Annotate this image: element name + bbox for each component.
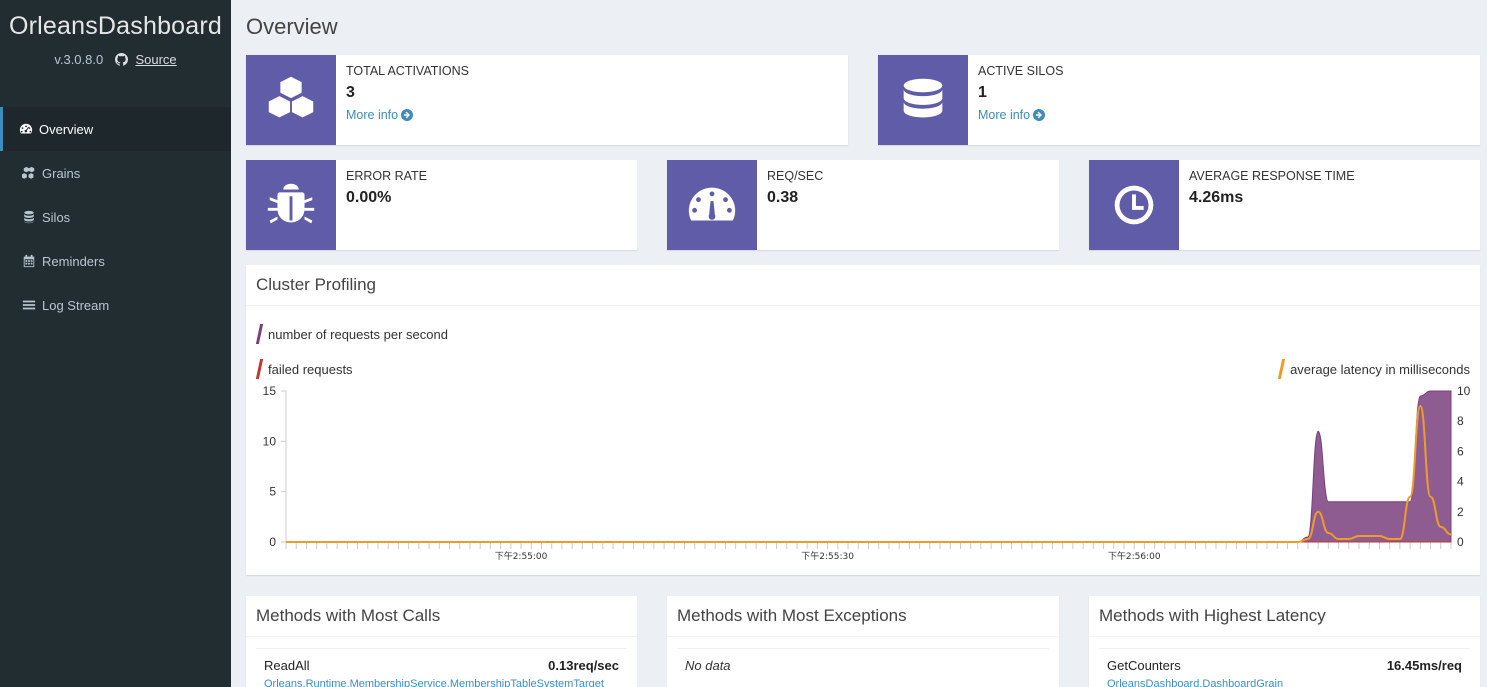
sidebar-item-label: Log Stream: [42, 297, 110, 313]
main-content: Overview TOTAL ACTIVATIONS 3 More info A…: [231, 0, 1487, 687]
page-title: Overview: [246, 14, 338, 39]
req-sec-value: 0.38: [767, 189, 799, 206]
dashboard-icon: [19, 123, 33, 134]
table-row: GetCounters 16.45ms/req OrleansDashboard…: [1099, 648, 1470, 687]
x-tick-label: 下午2:55:30: [801, 550, 854, 562]
total-activations-value: 3: [346, 84, 355, 101]
active-silos-text: ACTIVE SILOS 1 More info: [978, 64, 1063, 122]
clock-icon: [1114, 185, 1154, 225]
sidebar: OrleansDashboard v.3.0.8.0 Source Overvi…: [0, 0, 231, 687]
sidebar-nav: Overview Grains Silos Reminders Log Stre…: [0, 107, 231, 327]
series-requests-area: [286, 390, 1452, 543]
y-right-tick-label: 0: [1457, 535, 1464, 549]
method-name: GetCounters: [1107, 658, 1181, 673]
error-rate-value: 0.00%: [346, 189, 392, 206]
github-icon: [114, 53, 128, 66]
req-sec-text: REQ/SEC 0.38: [767, 169, 823, 207]
methods-most-exceptions-title: Methods with Most Exceptions: [667, 596, 1059, 637]
active-silos-value: 1: [978, 84, 987, 101]
table-row: ReadAll 0.13req/sec Orleans.Runtime.Memb…: [256, 648, 627, 687]
y-left-tick-label: 5: [269, 485, 276, 499]
error-rate-label: ERROR RATE: [346, 169, 428, 183]
arrow-circle-right-icon: [401, 109, 414, 121]
y-right-tick-label: 4: [1457, 475, 1464, 489]
active-silos-icon-wrap: [878, 55, 968, 145]
sidebar-item-log-stream[interactable]: Log Stream: [0, 283, 231, 327]
y-right-tick-label: 6: [1457, 444, 1464, 458]
series-latency-line: [286, 405, 1452, 543]
y-left-tick-label: 15: [263, 384, 277, 398]
y-right-tick-label: 10: [1457, 384, 1471, 398]
sidebar-item-label: Reminders: [42, 253, 105, 269]
methods-most-exceptions-box: Methods with Most Exceptions No data: [667, 596, 1059, 687]
sidebar-item-label: Overview: [39, 121, 94, 137]
source-link[interactable]: Source: [135, 52, 176, 67]
cluster-profiling-box: Cluster Profiling number of requests per…: [246, 265, 1480, 575]
sidebar-item-label: Silos: [42, 209, 71, 225]
error-rate-icon-wrap: [246, 160, 336, 250]
avg-response-label: AVERAGE RESPONSE TIME: [1189, 169, 1355, 183]
sidebar-item-silos[interactable]: Silos: [0, 195, 231, 239]
sidebar-item-reminders[interactable]: Reminders: [0, 239, 231, 283]
more-info-label: More info: [978, 108, 1031, 122]
gauge-icon: [688, 187, 736, 221]
version-label: v.3.0.8.0: [54, 52, 104, 67]
methods-most-calls-title: Methods with Most Calls: [246, 596, 637, 637]
version-line: v.3.0.8.0 Source: [0, 52, 231, 92]
cubes-icon: [268, 76, 314, 118]
list-icon: [22, 300, 36, 310]
cluster-chart: 0 5 10 15 0 2 4 6 8 10 下午2:55:00 下午2:55:30 下午2:56:00: [263, 384, 1471, 562]
active-silos-box: ACTIVE SILOS 1 More info: [878, 55, 1480, 145]
cubes-icon: [22, 166, 35, 179]
table-row: No data: [677, 648, 1049, 673]
total-activations-box: TOTAL ACTIVATIONS 3 More info: [246, 55, 848, 145]
avg-response-text: AVERAGE RESPONSE TIME 4.26ms: [1189, 169, 1355, 207]
y-left-tick-label: 0: [269, 535, 276, 549]
active-silos-more-info[interactable]: More info: [978, 108, 1063, 122]
error-rate-text: ERROR RATE 0.00%: [346, 169, 427, 207]
req-sec-icon-wrap: [667, 160, 757, 250]
arrow-circle-right-icon: [1033, 109, 1046, 121]
x-tick-label: 下午2:55:00: [495, 550, 548, 562]
active-silos-label: ACTIVE SILOS: [978, 64, 1064, 78]
avg-response-box: AVERAGE RESPONSE TIME 4.26ms: [1089, 160, 1480, 250]
method-grain-link[interactable]: Orleans.Runtime.MembershipService.Member…: [264, 678, 604, 687]
avg-response-value: 4.26ms: [1189, 189, 1244, 206]
method-value: 0.13req/sec: [548, 658, 619, 673]
total-activations-text: TOTAL ACTIVATIONS 3 More info: [346, 64, 469, 122]
brand-title[interactable]: OrleansDashboard: [0, 0, 231, 50]
calendar-icon: [23, 254, 35, 268]
total-activations-icon-wrap: [246, 55, 336, 145]
sidebar-item-grains[interactable]: Grains: [0, 151, 231, 195]
method-value: 16.45ms/req: [1386, 658, 1462, 673]
error-rate-box: ERROR RATE 0.00%: [246, 160, 637, 250]
total-activations-label: TOTAL ACTIVATIONS: [346, 64, 469, 78]
methods-highest-latency-title: Methods with Highest Latency: [1089, 596, 1480, 637]
sidebar-item-label: Grains: [42, 165, 81, 181]
database-icon: [903, 78, 943, 118]
methods-most-calls-box: Methods with Most Calls ReadAll 0.13req/…: [246, 596, 637, 687]
y-right-tick-label: 8: [1457, 414, 1464, 428]
sidebar-item-overview[interactable]: Overview: [0, 107, 231, 151]
avg-response-icon-wrap: [1089, 160, 1179, 250]
database-icon: [24, 210, 34, 224]
more-info-label: More info: [346, 108, 399, 122]
bug-icon: [267, 183, 315, 224]
req-sec-box: REQ/SEC 0.38: [667, 160, 1059, 250]
req-sec-label: REQ/SEC: [767, 169, 824, 183]
x-tick-label: 下午2:56:00: [1108, 550, 1161, 562]
total-activations-more-info[interactable]: More info: [346, 108, 469, 122]
no-data-label: No data: [685, 658, 731, 673]
method-name: ReadAll: [264, 658, 310, 673]
methods-highest-latency-box: Methods with Highest Latency GetCounters…: [1089, 596, 1480, 687]
y-right-tick-label: 2: [1457, 505, 1464, 519]
method-grain-link[interactable]: OrleansDashboard.DashboardGrain: [1107, 678, 1283, 687]
y-left-tick-label: 10: [263, 434, 277, 448]
